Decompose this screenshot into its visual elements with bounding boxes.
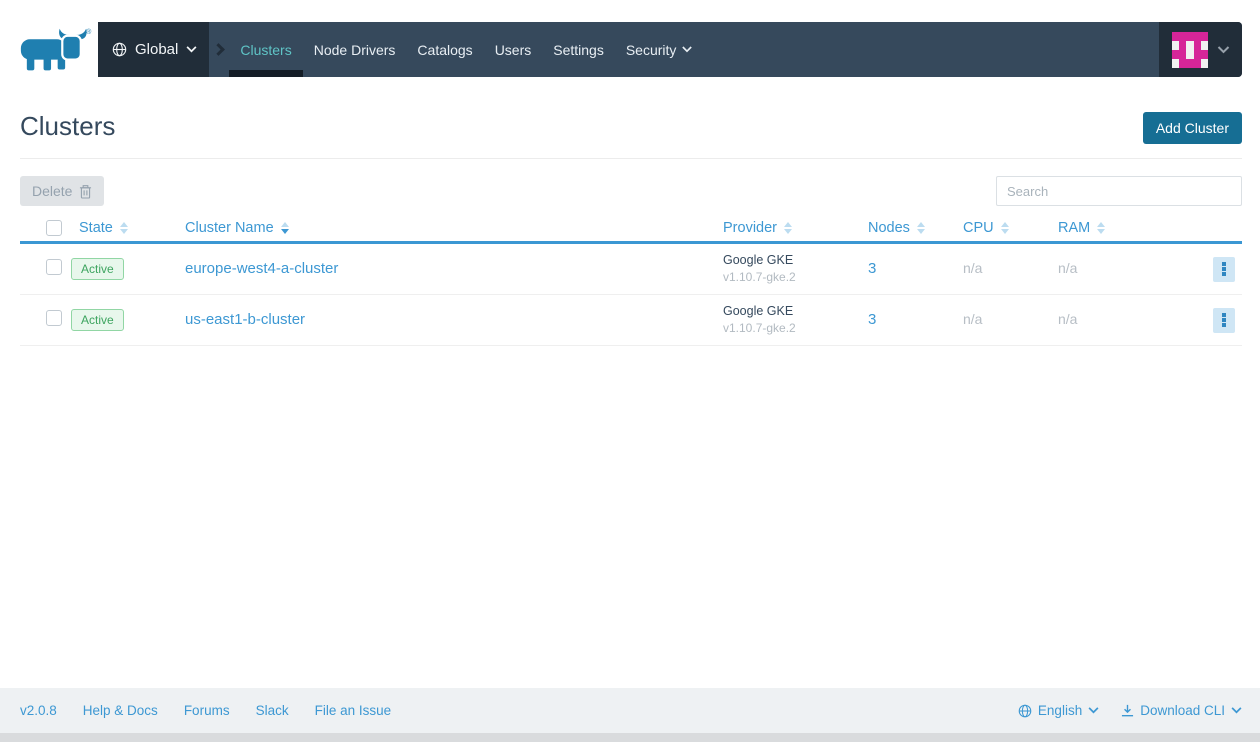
provider-version: v1.10.7-gke.2 bbox=[723, 270, 796, 285]
column-header-cluster-name[interactable]: Cluster Name bbox=[185, 220, 723, 236]
sort-icon[interactable] bbox=[784, 222, 792, 234]
delete-button[interactable]: Delete bbox=[20, 176, 105, 206]
column-header-ram[interactable]: RAM bbox=[1058, 220, 1193, 236]
download-cli-menu[interactable]: Download CLI bbox=[1121, 703, 1242, 718]
environment-selector[interactable]: Global bbox=[98, 22, 210, 77]
sort-icon[interactable] bbox=[916, 222, 925, 234]
row-actions-button[interactable] bbox=[1213, 307, 1235, 333]
download-icon bbox=[1122, 704, 1134, 717]
environment-label: Global bbox=[135, 41, 179, 58]
table-row: Active europe-west4-a-cluster Google GKE… bbox=[20, 244, 1242, 295]
avatar bbox=[1172, 31, 1208, 68]
ram-value: n/a bbox=[1058, 311, 1078, 327]
help-docs-link[interactable]: Help & Docs bbox=[83, 703, 158, 718]
cpu-value: n/a bbox=[963, 260, 983, 276]
header-divider bbox=[20, 158, 1242, 159]
cluster-name-link[interactable]: europe-west4-a-cluster bbox=[185, 260, 338, 277]
column-header-cpu[interactable]: CPU bbox=[963, 220, 1058, 236]
nav-item-security[interactable]: Security bbox=[615, 22, 704, 77]
row-checkbox[interactable] bbox=[46, 258, 62, 275]
page-title: Clusters bbox=[20, 111, 116, 141]
nodes-count-link[interactable]: 3 bbox=[868, 260, 876, 277]
sort-icon[interactable] bbox=[1097, 222, 1106, 234]
nav-item-settings[interactable]: Settings bbox=[542, 22, 615, 77]
rancher-bull-icon: ® bbox=[20, 28, 92, 72]
nav-item-catalogs[interactable]: Catalogs bbox=[406, 22, 483, 77]
forums-link[interactable]: Forums bbox=[184, 703, 230, 718]
globe-icon bbox=[112, 42, 127, 57]
chevron-down-icon bbox=[1231, 707, 1242, 714]
cluster-name-link[interactable]: us-east1-b-cluster bbox=[185, 311, 305, 328]
ram-value: n/a bbox=[1058, 260, 1078, 276]
nav-item-users[interactable]: Users bbox=[484, 22, 543, 77]
cpu-value: n/a bbox=[963, 311, 983, 327]
globe-icon bbox=[1018, 704, 1032, 717]
sort-icon[interactable] bbox=[119, 222, 128, 234]
file-issue-link[interactable]: File an Issue bbox=[315, 703, 392, 718]
rancher-logo[interactable]: ® bbox=[20, 26, 94, 72]
chevron-down-icon bbox=[1088, 707, 1099, 714]
footer: v2.0.8 Help & Docs Forums Slack File an … bbox=[0, 688, 1260, 742]
breadcrumb-arrow-icon bbox=[212, 43, 226, 56]
provider-name: Google GKE bbox=[723, 253, 794, 268]
user-menu[interactable] bbox=[1159, 22, 1242, 77]
column-header-provider[interactable]: Provider bbox=[723, 220, 868, 236]
trash-icon bbox=[80, 184, 92, 199]
table-header: State Cluster Name Provider Nodes CPU RA… bbox=[20, 215, 1242, 244]
kebab-icon bbox=[1222, 313, 1226, 317]
row-actions-button[interactable] bbox=[1213, 256, 1235, 282]
nodes-count-link[interactable]: 3 bbox=[868, 311, 876, 328]
slack-link[interactable]: Slack bbox=[256, 703, 289, 718]
nav-menu: Clusters Node Drivers Catalogs Users Set… bbox=[229, 22, 703, 77]
row-checkbox[interactable] bbox=[46, 309, 62, 326]
kebab-icon bbox=[1222, 262, 1226, 266]
add-cluster-button[interactable]: Add Cluster bbox=[1142, 112, 1242, 144]
provider-cell: Google GKE v1.10.7-gke.2 bbox=[723, 302, 868, 338]
clusters-table: State Cluster Name Provider Nodes CPU RA… bbox=[20, 215, 1242, 346]
chevron-down-icon bbox=[186, 46, 197, 53]
column-header-nodes[interactable]: Nodes bbox=[868, 220, 963, 236]
top-navbar: Global Clusters Node Drivers Catalogs Us… bbox=[98, 22, 1242, 77]
sort-icon[interactable] bbox=[1000, 222, 1009, 234]
chevron-down-icon bbox=[1217, 45, 1230, 53]
status-badge: Active bbox=[71, 309, 124, 331]
version-link[interactable]: v2.0.8 bbox=[20, 703, 57, 718]
language-selector[interactable]: English bbox=[1018, 703, 1099, 718]
table-row: Active us-east1-b-cluster Google GKE v1.… bbox=[20, 295, 1242, 346]
language-label: English bbox=[1037, 703, 1083, 718]
delete-button-label: Delete bbox=[32, 183, 73, 199]
search-input[interactable] bbox=[996, 176, 1242, 206]
provider-cell: Google GKE v1.10.7-gke.2 bbox=[723, 251, 868, 287]
svg-text:®: ® bbox=[86, 28, 92, 36]
nav-item-clusters[interactable]: Clusters bbox=[229, 22, 304, 77]
footer-links: v2.0.8 Help & Docs Forums Slack File an … bbox=[20, 703, 391, 718]
nav-item-node-drivers[interactable]: Node Drivers bbox=[303, 22, 407, 77]
sort-icon[interactable] bbox=[280, 222, 289, 234]
provider-name: Google GKE bbox=[723, 304, 794, 319]
download-cli-label: Download CLI bbox=[1140, 703, 1225, 718]
column-header-state[interactable]: State bbox=[65, 220, 185, 236]
chevron-down-icon bbox=[682, 46, 693, 53]
status-badge: Active bbox=[71, 258, 124, 280]
select-all-checkbox[interactable] bbox=[46, 220, 62, 236]
provider-version: v1.10.7-gke.2 bbox=[723, 321, 796, 336]
